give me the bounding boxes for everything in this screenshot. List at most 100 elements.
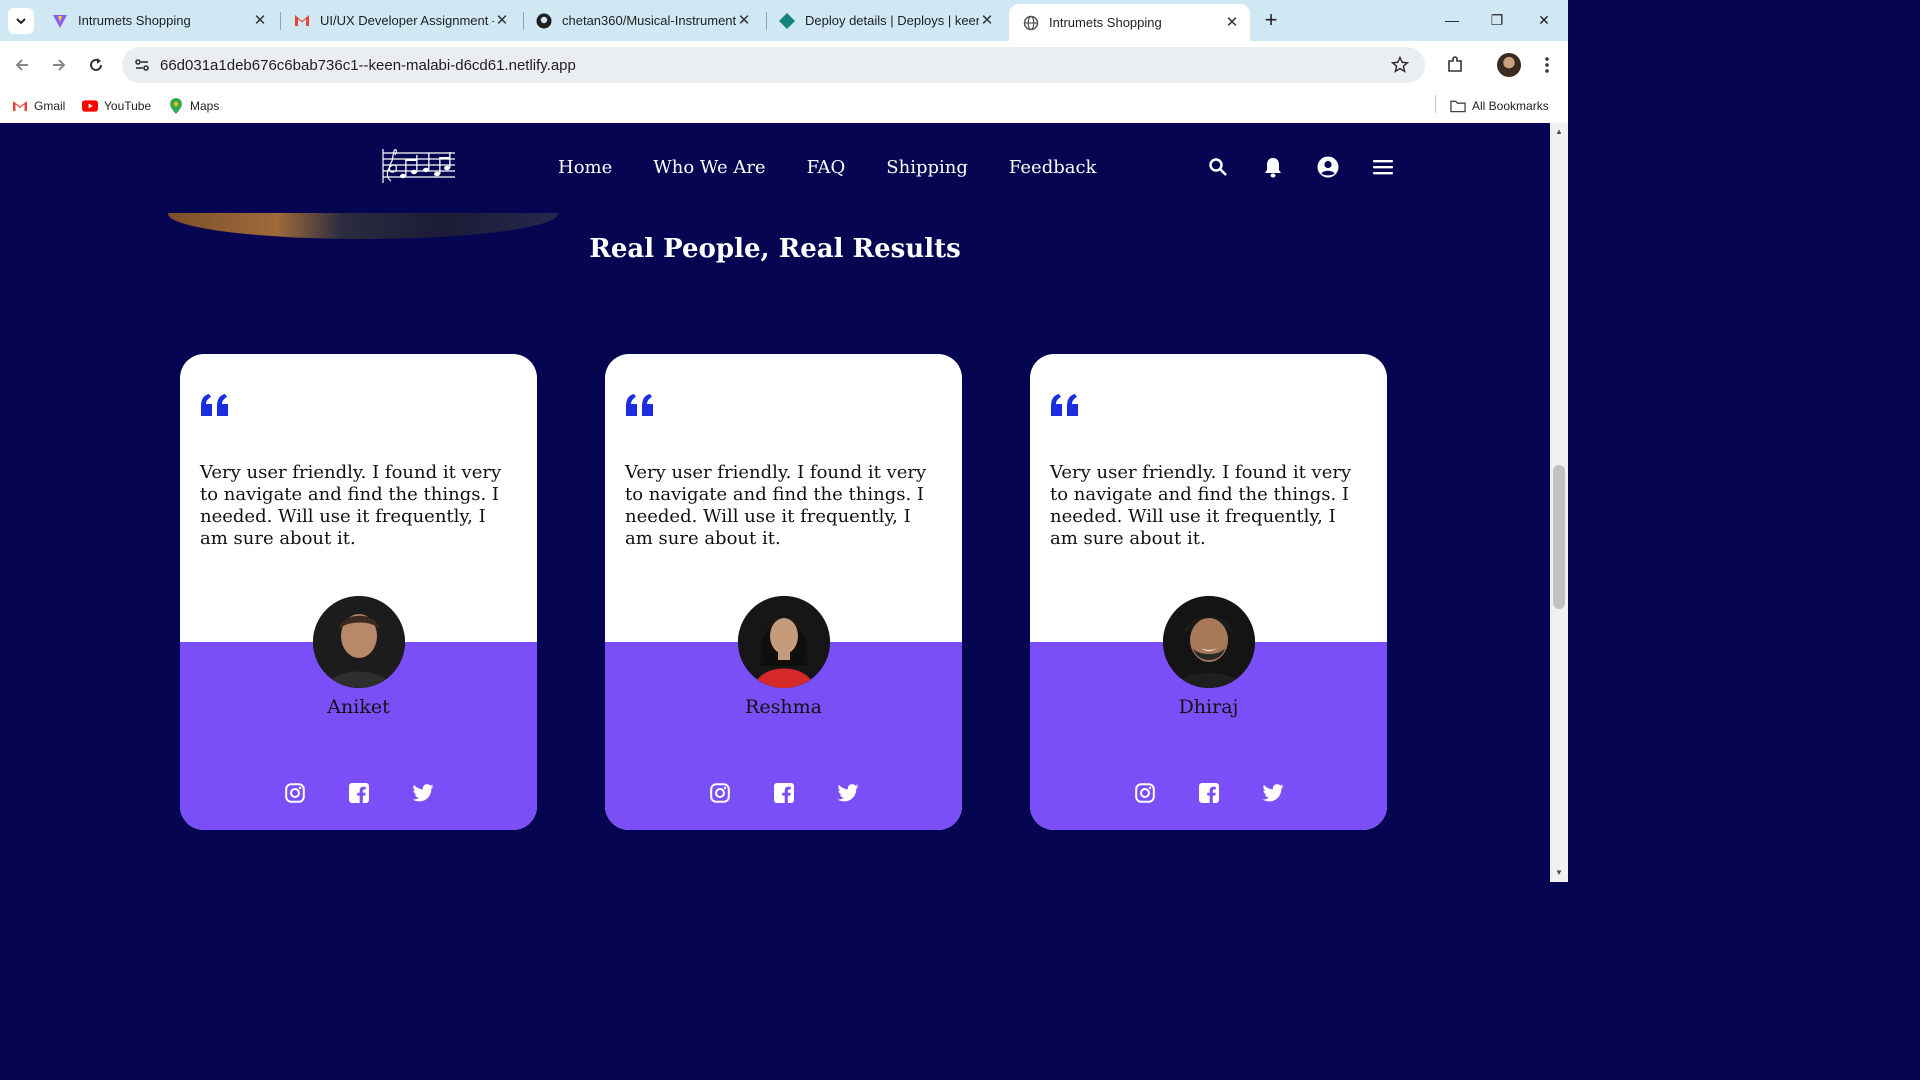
twitter-icon[interactable] <box>412 782 434 804</box>
close-tab-icon[interactable]: ✕ <box>736 12 752 29</box>
social-links <box>1030 782 1387 804</box>
arrow-left-icon <box>15 59 28 71</box>
browser-tab-3[interactable]: chetan360/Musical-Instruments ✕ <box>522 4 762 37</box>
nav-faq[interactable]: FAQ <box>807 157 846 178</box>
profile-avatar[interactable] <box>1497 53 1521 77</box>
person-name: Aniket <box>327 696 390 718</box>
vite-icon <box>52 13 68 29</box>
bell-icon[interactable] <box>1262 156 1284 178</box>
bookmark-label: Maps <box>190 99 220 113</box>
web-page: Home Who We Are FAQ Shipping Feedback Re… <box>0 123 1550 882</box>
browser-tab-2[interactable]: UI/UX Developer Assignment - ✕ <box>280 4 520 37</box>
nav-who-we-are[interactable]: Who We Are <box>653 157 765 178</box>
facebook-icon[interactable] <box>1198 782 1220 804</box>
tab-title: Deploy details | Deploys | keen- <box>805 13 979 28</box>
tab-title: chetan360/Musical-Instruments <box>562 13 736 28</box>
site-info-icon[interactable] <box>130 53 154 77</box>
person-name: Dhiraj <box>1178 696 1239 718</box>
close-tab-icon[interactable]: ✕ <box>494 12 510 29</box>
avatar-photo <box>313 596 405 688</box>
nav-feedback[interactable]: Feedback <box>1009 157 1097 178</box>
music-notes-logo[interactable] <box>381 147 457 187</box>
arrow-right-icon <box>53 59 66 71</box>
user-account-icon[interactable] <box>1317 156 1339 178</box>
section-title: Real People, Real Results <box>589 234 961 264</box>
all-bookmarks-button[interactable]: All Bookmarks <box>1450 96 1549 116</box>
social-links <box>180 782 537 804</box>
all-bookmarks-label: All Bookmarks <box>1472 99 1549 113</box>
minimize-button[interactable]: — <box>1440 8 1464 32</box>
testimonial-card: Very user friendly. I found it very to n… <box>1030 354 1387 830</box>
bookmark-youtube[interactable]: YouTube <box>82 96 151 116</box>
scrollbar-thumb[interactable] <box>1553 465 1565 609</box>
browser-tab-1[interactable]: Intrumets Shopping ✕ <box>38 4 278 37</box>
globe-icon <box>1023 15 1039 31</box>
facebook-icon[interactable] <box>348 782 370 804</box>
youtube-icon <box>82 98 98 114</box>
address-bar[interactable]: 66d031a1deb676c6bab736c1--keen-malabi-d6… <box>122 47 1425 83</box>
maps-pin-icon <box>168 98 184 114</box>
twitter-icon[interactable] <box>837 782 859 804</box>
gmail-icon <box>12 98 28 114</box>
instagram-icon[interactable] <box>709 782 731 804</box>
reload-button[interactable] <box>84 53 108 77</box>
instagram-icon[interactable] <box>1134 782 1156 804</box>
folder-icon <box>1450 98 1466 114</box>
bookmarks-separator <box>1435 95 1436 113</box>
bookmark-maps[interactable]: Maps <box>168 96 219 116</box>
facebook-icon[interactable] <box>773 782 795 804</box>
tab-search-button[interactable] <box>8 8 34 34</box>
extensions-icon[interactable] <box>1443 53 1467 77</box>
tab-title: Intrumets Shopping <box>78 13 191 28</box>
tab-title: UI/UX Developer Assignment - <box>320 13 494 28</box>
quote-icon <box>201 394 228 416</box>
testimonial-card: Very user friendly. I found it very to n… <box>180 354 537 830</box>
bookmark-gmail[interactable]: Gmail <box>12 96 65 116</box>
main-nav: Home Who We Are FAQ Shipping Feedback <box>558 157 1096 178</box>
person-name: Reshma <box>745 696 822 718</box>
search-icon[interactable] <box>1207 156 1229 178</box>
more-menu-icon[interactable] <box>1535 53 1559 77</box>
avatar-photo <box>1163 596 1255 688</box>
bookmark-label: Gmail <box>34 99 66 113</box>
testimonial-text: Very user friendly. I found it very to n… <box>200 462 502 549</box>
social-links <box>605 782 962 804</box>
quote-icon <box>626 394 653 416</box>
close-tab-icon[interactable]: ✕ <box>1224 14 1240 31</box>
chevron-down-icon <box>16 18 26 25</box>
tab-title: Intrumets Shopping <box>1049 15 1162 30</box>
hamburger-menu-icon[interactable] <box>1372 156 1394 178</box>
close-tab-icon[interactable]: ✕ <box>252 12 268 29</box>
github-icon <box>536 13 552 29</box>
forward-button[interactable] <box>47 53 71 77</box>
nav-shipping[interactable]: Shipping <box>886 157 968 178</box>
avatar-photo <box>738 596 830 688</box>
testimonial-card: Very user friendly. I found it very to n… <box>605 354 962 830</box>
site-header: Home Who We Are FAQ Shipping Feedback <box>0 123 1550 215</box>
bookmarks-bar: Gmail YouTube Maps All Bookmarks <box>0 89 1568 123</box>
reload-icon <box>90 58 102 71</box>
netlify-icon <box>779 12 795 29</box>
gmail-icon <box>294 13 310 29</box>
browser-tab-5-active[interactable]: Intrumets Shopping ✕ <box>1009 4 1250 41</box>
quote-icon <box>1051 394 1078 416</box>
bookmark-star-icon[interactable] <box>1389 54 1411 76</box>
instagram-icon[interactable] <box>284 782 306 804</box>
testimonial-text: Very user friendly. I found it very to n… <box>1050 462 1352 549</box>
bookmark-label: YouTube <box>104 99 152 113</box>
restore-button[interactable]: ❐ <box>1485 8 1509 32</box>
nav-home[interactable]: Home <box>558 157 612 178</box>
url-text: 66d031a1deb676c6bab736c1--keen-malabi-d6… <box>160 57 576 74</box>
browser-toolbar: 66d031a1deb676c6bab736c1--keen-malabi-d6… <box>0 41 1568 89</box>
scroll-down-arrow[interactable]: ▼ <box>1554 868 1564 877</box>
back-button[interactable] <box>10 53 34 77</box>
scroll-up-arrow[interactable]: ▲ <box>1554 127 1564 136</box>
new-tab-button[interactable]: + <box>1259 9 1283 33</box>
close-window-button[interactable]: ✕ <box>1532 8 1556 32</box>
browser-tabstrip: Intrumets Shopping ✕ UI/UX Developer Ass… <box>0 0 1568 41</box>
browser-tab-4[interactable]: Deploy details | Deploys | keen- ✕ <box>765 4 1005 37</box>
testimonial-text: Very user friendly. I found it very to n… <box>625 462 927 549</box>
twitter-icon[interactable] <box>1262 782 1284 804</box>
page-scrollbar[interactable]: ▲ ▼ <box>1550 123 1568 882</box>
close-tab-icon[interactable]: ✕ <box>979 12 995 29</box>
